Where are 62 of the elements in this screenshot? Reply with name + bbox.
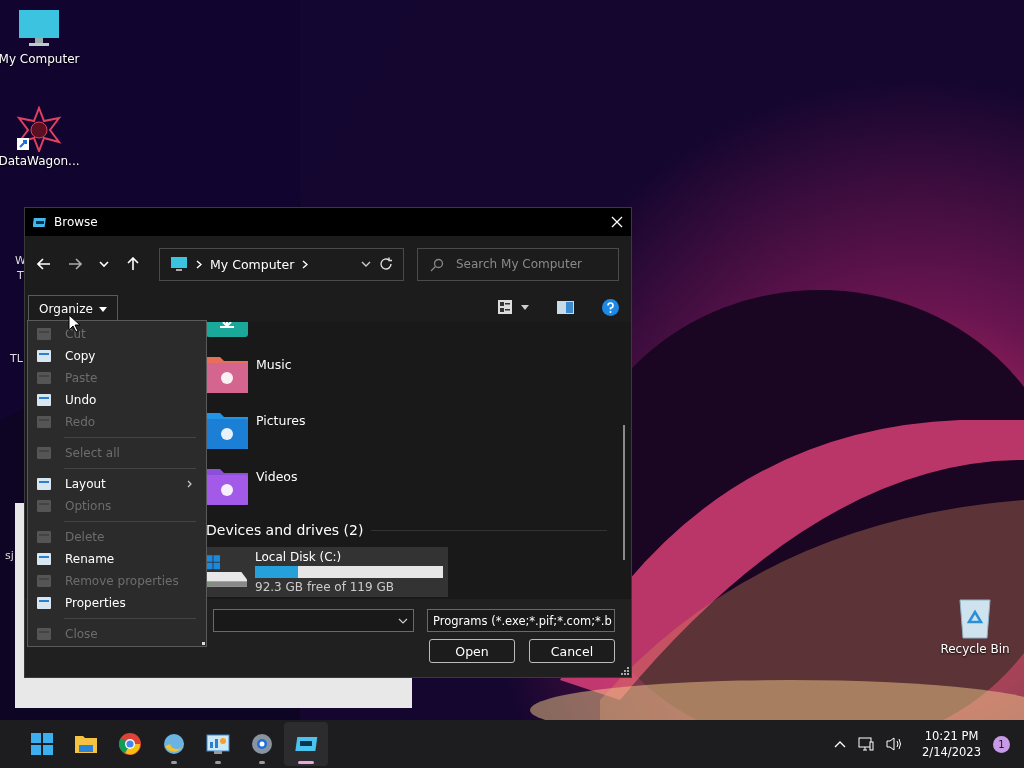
refresh-icon[interactable] (379, 257, 393, 271)
search-field[interactable]: Search My Computer (417, 247, 619, 281)
settings-icon (250, 732, 274, 756)
running-indicator (298, 761, 314, 764)
running-indicator (259, 761, 265, 764)
caret-icon (98, 306, 107, 312)
notification-badge[interactable]: 1 (993, 735, 1010, 753)
preview-pane-icon[interactable] (557, 300, 574, 314)
search-icon (430, 257, 444, 272)
drive-name: Local Disk (C:) (255, 550, 343, 564)
folder-name[interactable]: Pictures (256, 413, 306, 428)
desktop-icon-label: Recycle Bin (940, 642, 1010, 656)
caret-icon[interactable] (521, 304, 529, 310)
monitor-icon (170, 256, 188, 272)
start-icon (30, 732, 54, 756)
chevron-right-icon (302, 259, 309, 269)
chevron-right-icon (196, 259, 202, 269)
running-indicator (171, 761, 177, 764)
chevron-down-icon (398, 617, 408, 624)
chevron-down-icon[interactable] (361, 260, 371, 268)
cancel-button[interactable]: Cancel (529, 639, 615, 663)
desktop-icon-label: TL (10, 352, 23, 365)
file-name-field[interactable] (213, 609, 414, 632)
desktop-icon-label: sj (5, 549, 14, 562)
file-type-dropdown[interactable]: Programs (*.exe;*.pif;*.com;*.b (427, 609, 615, 632)
desktop-icon-label: DataWagon... (0, 154, 80, 168)
window-app-icon (33, 216, 47, 228)
taskbar-button[interactable] (284, 722, 328, 766)
address-bar[interactable]: My Computer (159, 247, 404, 281)
menu-item[interactable]: Undo (30, 389, 204, 411)
clock[interactable]: 10:21 PM 2/14/2023 (922, 728, 981, 760)
organize-button[interactable]: Organize (28, 295, 118, 322)
back-icon[interactable] (37, 257, 51, 271)
running-indicator (215, 761, 221, 764)
folder-name[interactable]: Music (256, 357, 292, 372)
menu-item[interactable]: Properties (30, 592, 204, 614)
window-title: Browse (54, 215, 98, 229)
menu-item[interactable]: Rename (30, 548, 204, 570)
up-icon[interactable] (126, 257, 140, 271)
view-options-icon[interactable] (497, 299, 513, 315)
resize-grip-icon[interactable] (621, 667, 629, 675)
chevron-up-icon[interactable] (834, 740, 847, 748)
scrollbar[interactable] (623, 425, 625, 560)
control-panel-icon (206, 732, 230, 756)
time-text: 10:21 PM (924, 728, 979, 744)
drive-free-space: 92.3 GB free of 119 GB (255, 580, 395, 594)
recycle-bin-icon[interactable] (957, 596, 993, 640)
network-icon[interactable] (858, 736, 875, 752)
browser-icon (162, 732, 186, 756)
breadcrumb-item[interactable]: My Computer (210, 256, 295, 272)
forward-icon[interactable] (68, 257, 82, 271)
star-shortcut-icon[interactable] (15, 106, 63, 152)
desktop-icon-label: T (17, 269, 24, 282)
group-header: Devices and drives (2) (206, 522, 364, 538)
menu-item[interactable]: Copy (30, 345, 204, 367)
chrome-icon (118, 732, 142, 756)
open-button[interactable]: Open (429, 639, 515, 663)
menu-item[interactable]: Layout (30, 473, 204, 495)
date-text: 2/14/2023 (922, 744, 981, 760)
folder-name[interactable]: Videos (256, 469, 298, 484)
help-icon[interactable] (602, 298, 619, 316)
desktop-icon-label: My Computer (0, 52, 80, 66)
